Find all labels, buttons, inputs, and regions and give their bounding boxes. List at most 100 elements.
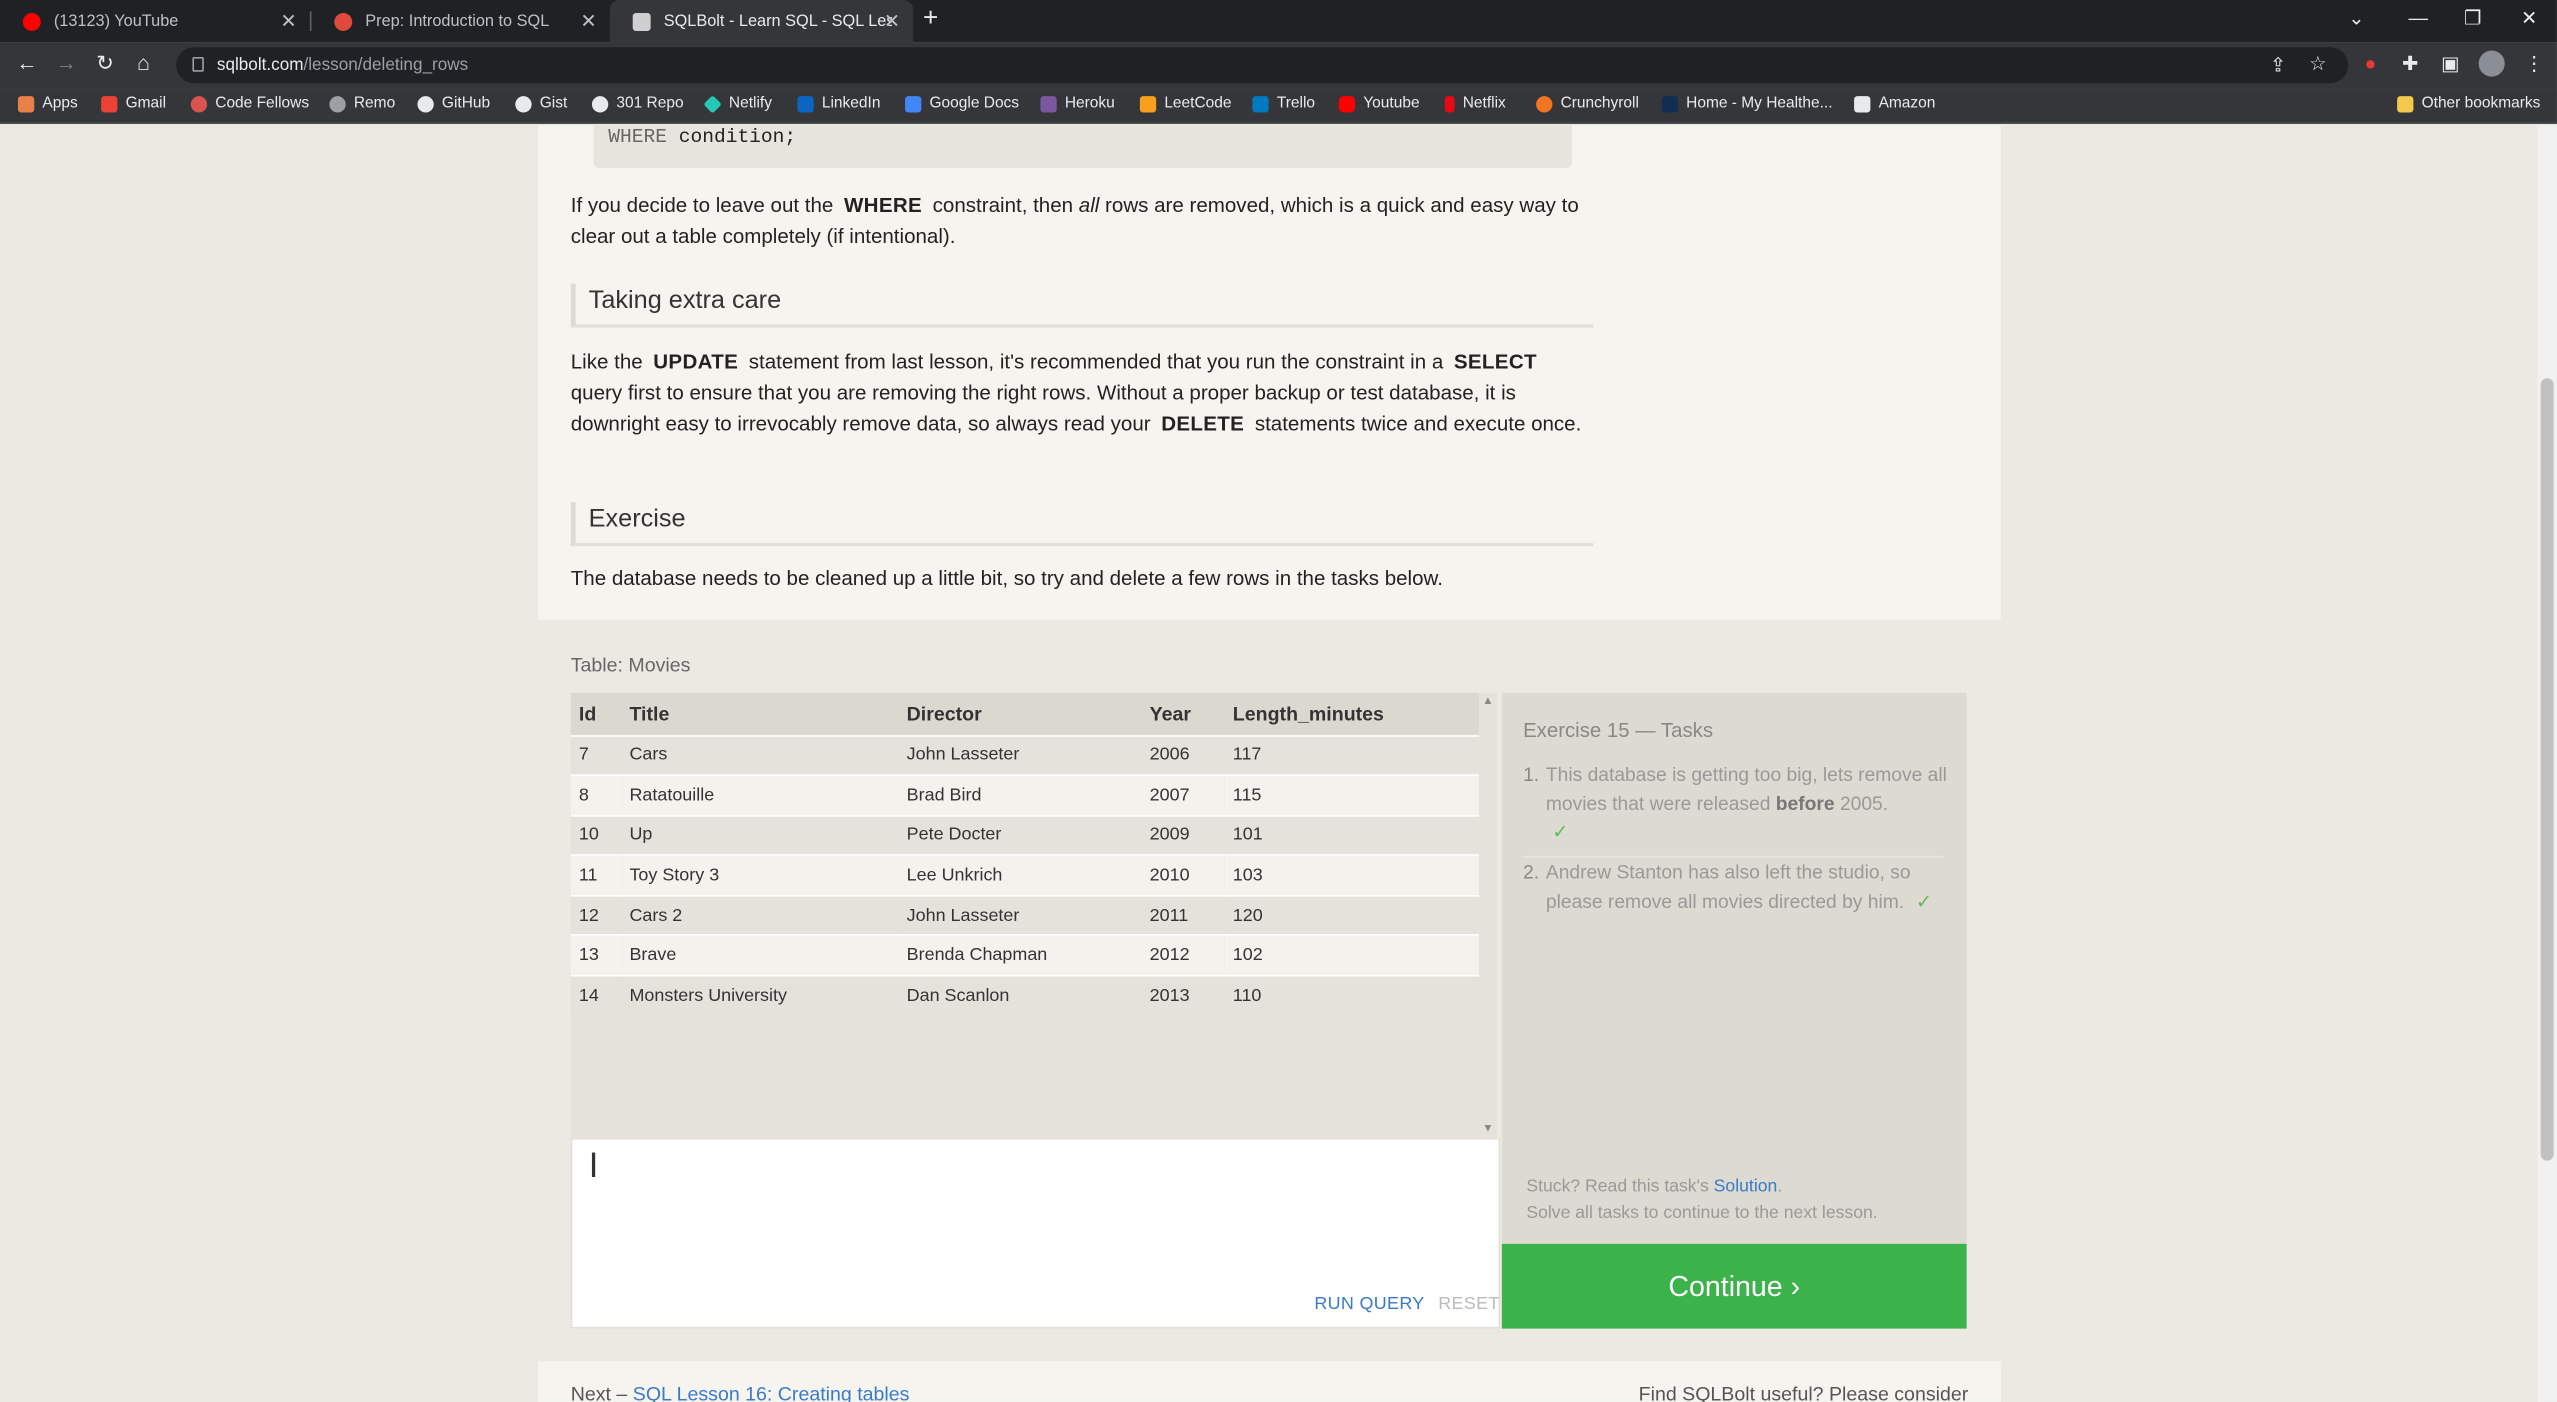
bookmark-label: Other bookmarks <box>2421 94 2541 113</box>
bookmark-crunchyroll[interactable]: Crunchyroll <box>1536 95 1639 112</box>
bookmark-label: Gist <box>539 94 568 113</box>
close-icon[interactable]: ✕ <box>280 10 296 33</box>
page-scrollbar-thumb[interactable] <box>2540 378 2554 1161</box>
next-lesson-link[interactable]: SQL Lesson 16: Creating tables <box>633 1382 910 1402</box>
text: Solve all tasks to continue to the next … <box>1526 1202 1878 1222</box>
task-item-1: 1. This database is getting too big, let… <box>1523 761 1955 847</box>
restore-icon[interactable]: ❐ <box>2464 7 2482 30</box>
bookmark-label: Google Docs <box>929 94 1020 113</box>
share-icon[interactable]: ⇪ <box>2270 54 2286 77</box>
cell-id: 12 <box>570 894 622 936</box>
reload-icon[interactable]: ↻ <box>96 51 114 77</box>
window-close-icon[interactable]: ✕ <box>2521 7 2537 30</box>
table-scrollbar[interactable]: ▲ ▼ <box>1479 692 1497 1138</box>
bookmark-star-icon[interactable]: ☆ <box>2309 52 2327 75</box>
run-query-button[interactable]: RUN QUERY <box>1314 1294 1424 1314</box>
bookmark-netflix[interactable]: Netflix <box>1444 95 1506 112</box>
bookmark-301-repo[interactable]: 301 Repo <box>591 95 684 112</box>
text: Andrew Stanton has also left the studio,… <box>1545 860 1911 913</box>
minimize-icon[interactable]: — <box>2409 7 2429 30</box>
other-bookmarks[interactable]: Other bookmarks <box>2397 94 2541 113</box>
address-bar[interactable]: sqlbolt.com/lesson/deleting_rows ⇪ ☆ <box>176 47 2349 84</box>
text: Like the <box>570 350 643 374</box>
cell-id: 10 <box>570 814 622 856</box>
github-icon <box>591 95 609 112</box>
bookmark-label: Apps <box>42 94 78 113</box>
bookmark-trello[interactable]: Trello <box>1252 95 1315 112</box>
menu-kebab-icon[interactable]: ⋮ <box>2524 52 2544 75</box>
new-tab-plus-icon[interactable]: + <box>923 5 938 34</box>
tab-youtube[interactable]: (13123) YouTube ✕ <box>0 0 310 42</box>
table-row: 13 Brave Brenda Chapman 2012 102 <box>570 934 1480 976</box>
bookmark-linkedin[interactable]: LinkedIn <box>797 95 880 112</box>
scroll-up-arrow-icon[interactable]: ▲ <box>1482 696 1493 707</box>
bookmark-code-fellows[interactable]: Code Fellows <box>190 95 309 112</box>
keyword-select: SELECT <box>1453 350 1537 374</box>
close-icon[interactable]: ✕ <box>884 10 900 33</box>
profile-avatar[interactable] <box>2478 50 2505 77</box>
cell-year: 2007 <box>1141 774 1225 816</box>
bookmark-apps[interactable]: Apps <box>17 94 78 113</box>
code-example: WHERE condition; <box>593 125 1572 168</box>
solution-link[interactable]: Solution <box>1714 1177 1778 1197</box>
cell-title: Up <box>621 814 899 856</box>
home-icon[interactable]: ⌂ <box>137 51 150 75</box>
cell-title: Cars 2 <box>621 894 899 936</box>
va-icon <box>1661 95 1678 112</box>
scroll-down-arrow-icon[interactable]: ▼ <box>1482 1123 1493 1134</box>
url-text[interactable]: sqlbolt.com/lesson/deleting_rows <box>217 55 468 75</box>
table-header-row: Id Title Director Year Length_minutes <box>570 692 1480 736</box>
side-panel-icon[interactable]: ▣ <box>2441 52 2459 75</box>
text: Stuck? Read this task's <box>1526 1177 1709 1197</box>
tab-prep-intro-sql[interactable]: Prep: Introduction to SQL ✕ <box>311 0 609 42</box>
section-heading-exercise: Exercise <box>570 502 1594 547</box>
bookmark-amazon[interactable]: Amazon <box>1854 95 1935 112</box>
page-scrollbar[interactable] <box>2537 125 2557 1402</box>
sql-query-editor[interactable]: RUN QUERY RESET <box>570 1137 1501 1329</box>
tab-title: SQLBolt - Learn SQL - SQL Lesso <box>663 12 892 31</box>
cell-title: Toy Story 3 <box>621 854 899 896</box>
youtube-icon <box>22 12 41 31</box>
apps-grid-icon <box>17 95 35 112</box>
checkmark-icon: ✓ <box>1552 819 1569 843</box>
leetcode-icon <box>1139 95 1157 112</box>
cell-title: Monsters University <box>621 974 899 1016</box>
cell-year: 2010 <box>1141 854 1225 896</box>
cell-id: 14 <box>570 974 622 1016</box>
back-arrow-icon[interactable]: ← <box>16 51 37 75</box>
table-row: 7 Cars John Lasseter 2006 117 <box>570 734 1480 776</box>
section-heading-taking-extra-care: Taking extra care <box>570 283 1594 328</box>
cell-id: 8 <box>570 774 622 816</box>
tab-sqlbolt[interactable]: SQLBolt - Learn SQL - SQL Lesso ✕ <box>609 0 914 43</box>
bookmark-gist[interactable]: Gist <box>515 94 568 113</box>
bookmark-my-healthevet[interactable]: Home - My Healthe... <box>1661 95 1832 112</box>
cell-year: 2011 <box>1141 894 1225 936</box>
bookmark-label: LeetCode <box>1164 94 1232 113</box>
bookmark-remo[interactable]: Remo <box>329 95 395 112</box>
tab-strip: (13123) YouTube ✕ Prep: Introduction to … <box>0 0 2557 43</box>
continue-button[interactable]: Continue › <box>1501 1243 1967 1329</box>
tab-search-chevron-icon[interactable]: ⌄ <box>2348 7 2364 30</box>
bookmark-github[interactable]: GitHub <box>417 94 491 113</box>
cell-title: Cars <box>621 734 899 776</box>
close-icon[interactable]: ✕ <box>580 10 596 33</box>
bookmark-youtube[interactable]: Youtube <box>1338 95 1420 112</box>
extension-red-icon[interactable]: ● <box>2365 52 2377 75</box>
bookmark-gmail[interactable]: Gmail <box>101 95 166 112</box>
bookmark-leetcode[interactable]: LeetCode <box>1139 94 1232 113</box>
extensions-puzzle-icon[interactable]: ✚ <box>2402 52 2418 75</box>
bookmark-label: GitHub <box>441 94 491 113</box>
column-header-length: Length_minutes <box>1224 692 1480 736</box>
table-row: 12 Cars 2 John Lasseter 2011 120 <box>570 894 1480 936</box>
reset-button[interactable]: RESET <box>1438 1294 1499 1314</box>
bookmark-netlify[interactable]: Netlify <box>703 94 772 113</box>
cell-id: 7 <box>570 734 622 776</box>
browser-window: (13123) YouTube ✕ Prep: Introduction to … <box>0 0 2557 1402</box>
column-header-title: Title <box>621 692 899 736</box>
forward-arrow-icon[interactable]: → <box>55 51 76 75</box>
bookmark-heroku[interactable]: Heroku <box>1040 95 1115 112</box>
results-table-container: Id Title Director Year Length_minutes 7C… <box>570 692 1497 1138</box>
bookmark-google-docs[interactable]: Google Docs <box>905 94 1020 113</box>
url-path: /lesson/deleting_rows <box>303 55 469 75</box>
text: statements twice and execute once. <box>1254 412 1582 436</box>
